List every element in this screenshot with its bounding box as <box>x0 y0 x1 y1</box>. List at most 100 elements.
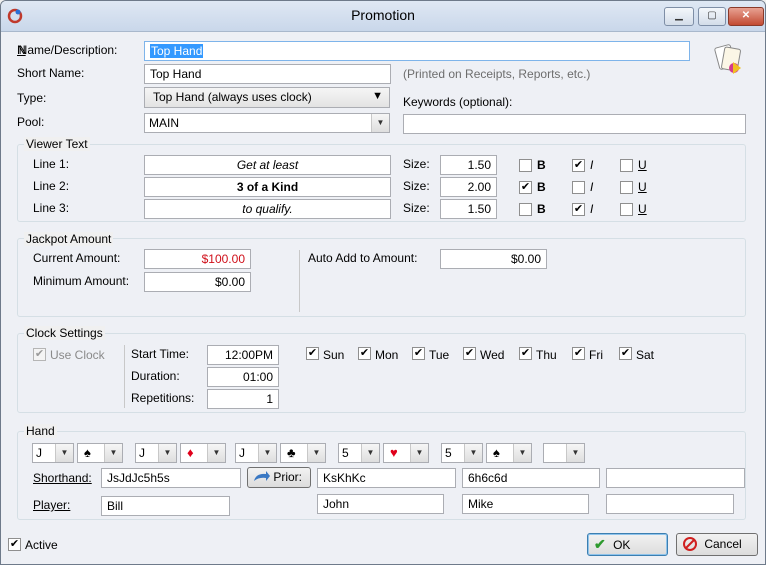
hand-title: Hand <box>24 424 57 438</box>
name-label: NName/Description: <box>17 43 118 57</box>
name-label-text: Name/Description: <box>18 43 118 57</box>
prior-button-label: Prior: <box>273 470 303 484</box>
prior-hand-1[interactable]: KsKhKc <box>317 468 456 488</box>
start-time-label: Start Time: <box>131 347 190 361</box>
prior-player-2[interactable]: Mike <box>462 494 589 514</box>
day-sat-checkbox[interactable] <box>619 347 632 360</box>
chevron-down-icon: ▼ <box>566 444 584 462</box>
line3-bold-checkbox[interactable] <box>519 203 532 216</box>
line1-input[interactable]: Get at least <box>144 155 391 175</box>
prior-button[interactable]: Prior: <box>247 467 311 488</box>
day-thu-checkbox[interactable] <box>519 347 532 360</box>
card5-suit-select[interactable]: ♠ ▼ <box>486 443 532 463</box>
chevron-down-icon: ▼ <box>410 444 428 462</box>
day-wed-checkbox[interactable] <box>463 347 476 360</box>
day-tue-label: Tue <box>429 348 450 362</box>
line1-bold-checkbox[interactable] <box>519 159 532 172</box>
prior-hand-2[interactable]: 6h6c6d <box>462 468 600 488</box>
line3-size-input[interactable]: 1.50 <box>440 199 497 219</box>
minimum-amount-input[interactable]: $0.00 <box>144 272 251 292</box>
card1-suit-select[interactable]: ♠ ▼ <box>77 443 123 463</box>
day-thu-label: Thu <box>536 348 557 362</box>
line2-italic-checkbox[interactable] <box>572 181 585 194</box>
type-select[interactable]: Top Hand (always uses clock) ▼ <box>144 87 390 108</box>
close-button[interactable]: ✕ <box>728 7 764 26</box>
start-time-input[interactable]: 12:00PM <box>207 345 279 365</box>
card3-suit-select[interactable]: ♣ ▼ <box>280 443 326 463</box>
undo-arrow-icon <box>254 471 270 481</box>
card5-rank-select[interactable]: 5 ▼ <box>441 443 483 463</box>
type-label: Type: <box>17 91 47 105</box>
use-clock-checkbox[interactable] <box>33 348 46 361</box>
active-checkbox[interactable] <box>8 538 21 551</box>
card4-suit-select[interactable]: ♥ ▼ <box>383 443 429 463</box>
window-title: Promotion <box>351 7 415 23</box>
auto-add-label: Auto Add to Amount: <box>308 251 418 265</box>
minimize-button[interactable]: ▁ <box>664 7 694 26</box>
chevron-down-icon: ▼ <box>158 444 176 462</box>
line1-underline-label: U <box>638 158 647 172</box>
line3-input[interactable]: to qualify. <box>144 199 391 219</box>
day-tue-checkbox[interactable] <box>412 347 425 360</box>
line1-underline-checkbox[interactable] <box>620 159 633 172</box>
day-sun-checkbox[interactable] <box>306 347 319 360</box>
line2-label: Line 2: <box>33 179 70 193</box>
pool-select-value: MAIN <box>149 116 179 130</box>
chevron-down-icon: ▼ <box>513 444 531 462</box>
line3-italic-checkbox[interactable] <box>572 203 585 216</box>
active-label: Active <box>25 538 58 552</box>
player-label: Player: <box>33 498 71 512</box>
line2-underline-checkbox[interactable] <box>620 181 633 194</box>
line2-input[interactable]: 3 of a Kind <box>144 177 391 197</box>
current-amount-input[interactable]: $100.00 <box>144 249 251 269</box>
playing-cards-icon <box>714 44 741 74</box>
chevron-down-icon: ▼ <box>361 444 379 462</box>
ok-button[interactable]: ✔ OK <box>587 533 668 556</box>
line1-size-label: Size: <box>403 157 430 171</box>
name-value: Top Hand <box>150 44 204 58</box>
keywords-input[interactable] <box>403 114 746 134</box>
repetitions-input[interactable]: 1 <box>207 389 279 409</box>
player-input[interactable]: Bill <box>101 496 230 516</box>
line1-size-input[interactable]: 1.50 <box>440 155 497 175</box>
pool-select[interactable]: MAIN ▼ <box>144 113 390 133</box>
card4-rank-select[interactable]: 5 ▼ <box>338 443 380 463</box>
day-sun-label: Sun <box>323 348 345 362</box>
prior-player-1[interactable]: John <box>317 494 444 514</box>
line1-italic-checkbox[interactable] <box>572 159 585 172</box>
card1-rank-select[interactable]: J ▼ <box>32 443 74 463</box>
card2-rank-select[interactable]: J ▼ <box>135 443 177 463</box>
spade-icon: ♠ <box>493 445 500 460</box>
short-name-input[interactable]: Top Hand <box>144 64 391 84</box>
use-clock-label: Use Clock <box>50 348 105 362</box>
line2-italic-label: I <box>590 180 594 194</box>
auto-add-input[interactable]: $0.00 <box>440 249 547 269</box>
card6-rank-select[interactable]: ▼ <box>543 443 585 463</box>
card2-suit-select[interactable]: ♦ ▼ <box>180 443 226 463</box>
chevron-down-icon: ▼ <box>371 114 389 132</box>
maximize-button[interactable]: ▢ <box>698 7 726 26</box>
dropdown-arrow-icon: ▼ <box>372 90 383 102</box>
line1-label: Line 1: <box>33 157 70 171</box>
shorthand-label: Shorthand: <box>33 471 92 485</box>
line3-underline-label: U <box>638 202 647 216</box>
line3-underline-checkbox[interactable] <box>620 203 633 216</box>
pool-label: Pool: <box>17 115 45 129</box>
prior-hand-3[interactable] <box>606 468 745 488</box>
day-wed-label: Wed <box>480 348 505 362</box>
chevron-down-icon: ▼ <box>258 444 276 462</box>
shorthand-input[interactable]: JsJdJc5h5s <box>101 468 241 488</box>
name-input[interactable]: Top Hand <box>144 41 690 61</box>
line3-size-label: Size: <box>403 201 430 215</box>
chevron-down-icon: ▼ <box>104 444 122 462</box>
line2-bold-label: B <box>537 180 546 194</box>
card3-rank-select[interactable]: J ▼ <box>235 443 277 463</box>
day-mon-checkbox[interactable] <box>358 347 371 360</box>
line2-bold-checkbox[interactable] <box>519 181 532 194</box>
cancel-button[interactable]: Cancel <box>676 533 758 556</box>
chevron-down-icon: ▼ <box>464 444 482 462</box>
prior-player-3[interactable] <box>606 494 734 514</box>
day-fri-checkbox[interactable] <box>572 347 585 360</box>
duration-input[interactable]: 01:00 <box>207 367 279 387</box>
line2-size-input[interactable]: 2.00 <box>440 177 497 197</box>
